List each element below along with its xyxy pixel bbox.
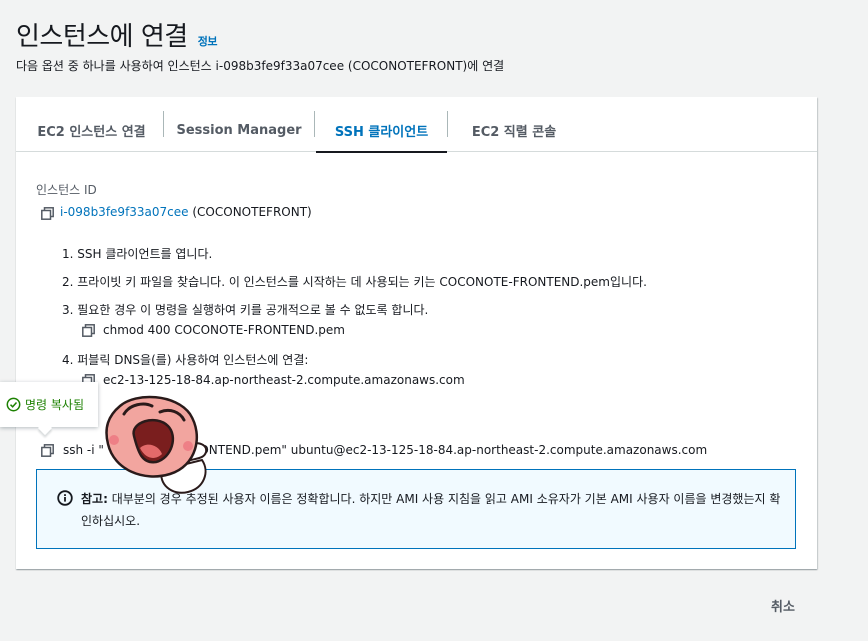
toast-label: 명령 복사됨 [25,398,85,412]
copy-icon[interactable] [41,444,54,457]
copy-icon[interactable] [82,324,95,337]
copy-icon[interactable] [41,207,54,220]
instance-name: (COCONOTEFRONT) [192,205,312,219]
info-link[interactable]: 정보 [198,33,218,49]
step-1: 1. SSH 클라이언트를 엽니다. [62,247,213,261]
page-subtitle: 다음 옵션 중 하나를 사용하여 인스턴스 i-098b3fe9f33a07ce… [16,59,505,73]
ssh-command-start: ssh -i " [63,443,104,457]
tab-ec2-serial-console[interactable]: EC2 직렬 콘솔 [449,109,579,151]
tab-separator [314,111,315,137]
page-title-text: 인스턴스에 연결 [16,22,188,52]
tab-ssh-client[interactable]: SSH 클라이언트 [316,109,447,153]
tab-bar: EC2 인스턴스 연결 Session Manager SSH 클라이언트 EC… [16,97,817,153]
step-2: 2. 프라이빗 키 파일을 찾습니다. 이 인스턴스를 시작하는 데 사용되는 … [62,275,647,289]
public-dns-command: ec2-13-125-18-84.ap-northeast-2.compute.… [103,373,465,387]
info-icon [57,490,73,506]
step-4: 4. 퍼블릭 DNS을(를) 사용하여 인스턴스에 연결: [62,353,309,367]
instance-id-link[interactable]: i-098b3fe9f33a07cee [60,205,189,219]
character-sticker [105,395,208,494]
instance-id-row: i-098b3fe9f33a07cee (COCONOTEFRONT) [60,205,312,219]
step-3: 3. 필요한 경우 이 명령을 실행하여 키를 공개적으로 볼 수 없도록 합니… [62,303,429,317]
copied-toast: 명령 복사됨 [0,382,98,427]
tab-separator [447,111,448,137]
ssh-command-end: RONTEND.pem" ubuntu@ec2-13-125-18-84.ap-… [191,443,708,457]
tab-session-manager[interactable]: Session Manager [164,109,314,151]
tab-ec2-instance-connect[interactable]: EC2 인스턴스 연결 [20,109,163,151]
chmod-command: chmod 400 COCONOTE-FRONTEND.pem [103,323,345,337]
cancel-button[interactable]: 취소 [760,594,806,616]
check-circle-icon [6,397,21,412]
instance-id-label: 인스턴스 ID [36,183,97,197]
page-title: 인스턴스에 연결 정보 [16,16,217,53]
